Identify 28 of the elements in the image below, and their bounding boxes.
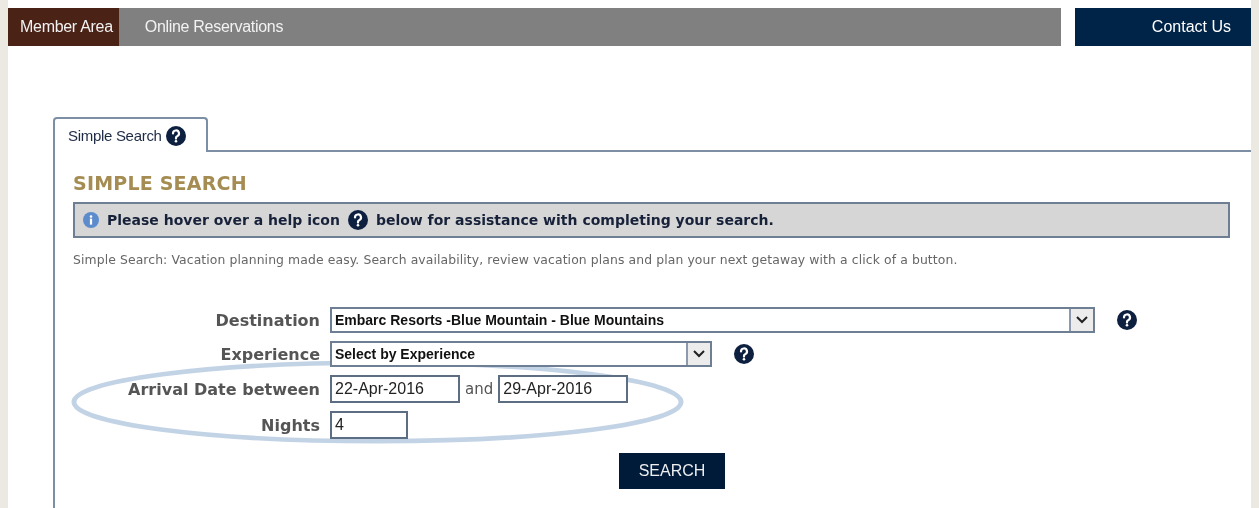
caret-icon xyxy=(693,350,705,358)
contact-link[interactable]: Contact Us xyxy=(1075,8,1251,46)
info-text: below for assistance with completing your search. xyxy=(375,212,774,228)
info-text: Please hover over a help icon xyxy=(107,212,340,228)
field-label: Experience xyxy=(219,344,320,364)
help-icon[interactable] xyxy=(165,125,186,146)
dropdown-button[interactable] xyxy=(686,343,710,365)
field-label: Destination xyxy=(214,310,320,330)
dropdown-button[interactable] xyxy=(1069,309,1093,331)
field-label: Nights xyxy=(260,415,320,435)
dropdown-field[interactable]: Select by Experience xyxy=(330,341,712,367)
date-field[interactable]: 22-Apr-2016 xyxy=(330,375,460,403)
section-heading: SIMPLE SEARCH xyxy=(73,172,248,194)
help-icon[interactable] xyxy=(734,344,754,364)
nav-item[interactable]: Online Reservations xyxy=(118,8,298,46)
dropdown-field[interactable]: Embarc Resorts -Blue Mountain - Blue Mountains xyxy=(330,307,1095,333)
date-field[interactable]: 29-Apr-2016 xyxy=(498,375,629,403)
field-label: Arrival Date between xyxy=(127,379,320,399)
help-icon[interactable] xyxy=(347,210,368,230)
joiner-text: and xyxy=(465,380,494,398)
caret-icon xyxy=(1076,316,1088,324)
help-icon[interactable] xyxy=(1117,310,1137,330)
nav-item[interactable]: Member Area xyxy=(8,8,119,46)
search-button[interactable]: SEARCH xyxy=(619,453,725,489)
nights-field[interactable]: 4 xyxy=(330,411,408,439)
description-text: Simple Search: Vacation planning made easy. Search availability, review vacation plans and plan your next getaway with a click of a button. xyxy=(73,252,959,267)
info-icon xyxy=(83,212,99,228)
tab[interactable]: Simple Search xyxy=(53,117,208,152)
